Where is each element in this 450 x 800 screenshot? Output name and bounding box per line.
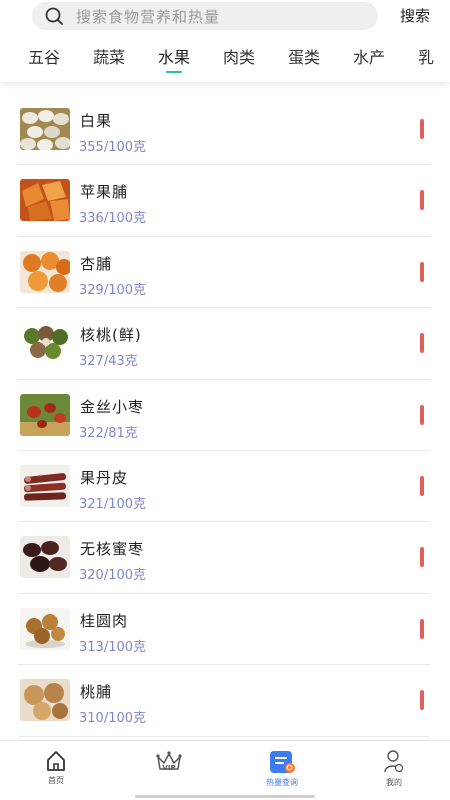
nav-label: 我的 (386, 778, 402, 787)
bottom-nav: 首页 VIP 热量查询 我的 (0, 740, 450, 800)
food-calories: 329/100克 (79, 282, 147, 298)
list-item[interactable]: 金丝小枣 322/81克 (18, 380, 430, 451)
food-name: 苹果脯 (80, 183, 129, 202)
calorie-level-bar (420, 475, 424, 496)
food-thumbnail (20, 679, 70, 722)
profile-icon (384, 750, 404, 773)
tab-dairy[interactable]: 乳 (418, 44, 434, 68)
food-thumbnail (20, 464, 70, 507)
food-calories: 327/43克 (79, 354, 138, 370)
search-icon (45, 7, 63, 25)
food-name: 无核蜜枣 (80, 540, 145, 559)
nav-home[interactable]: 首页 (26, 749, 86, 786)
calorie-level-bar (420, 404, 424, 425)
nav-label: VIP (162, 764, 176, 772)
food-thumbnail (20, 179, 70, 222)
food-name: 核桃(鲜) (80, 326, 142, 345)
calorie-level-bar (420, 119, 424, 139)
food-thumbnail (20, 536, 70, 579)
nav-calorie-search[interactable]: 热量查询 (252, 749, 312, 788)
food-calories: 321/100克 (79, 496, 147, 512)
food-calories: 310/100克 (79, 711, 147, 727)
food-name: 桂圆肉 (80, 611, 129, 630)
tab-seafood[interactable]: 水产 (353, 44, 385, 68)
food-calories: 313/100克 (79, 639, 147, 655)
list-item[interactable]: 果丹皮 321/100克 (18, 451, 430, 523)
calorie-search-icon (270, 751, 295, 773)
active-tab-indicator (166, 71, 182, 73)
calorie-level-bar (420, 690, 424, 711)
food-thumbnail (20, 607, 70, 650)
tab-eggs[interactable]: 蛋类 (288, 44, 320, 68)
home-icon (47, 751, 65, 771)
calorie-level-bar (420, 547, 424, 568)
list-item[interactable]: 核桃(鲜) 327/43克 (18, 308, 430, 380)
food-name: 桃脯 (80, 683, 113, 702)
list-item[interactable]: 苹果脯 336/100克 (18, 165, 430, 237)
nav-profile[interactable]: 我的 (364, 749, 424, 788)
list-item[interactable]: 杏脯 329/100克 (18, 237, 430, 309)
calorie-level-bar (420, 333, 424, 354)
calorie-level-bar (420, 618, 424, 639)
food-thumbnail (20, 250, 70, 293)
list-item[interactable]: 无核蜜枣 320/100克 (18, 522, 430, 594)
food-thumbnail (20, 322, 70, 365)
search-bar: 搜索食物营养和热量 搜索 (0, 0, 450, 34)
food-calories: 322/81克 (79, 425, 138, 441)
search-placeholder: 搜索食物营养和热量 (76, 7, 221, 26)
list-item[interactable]: 桃脯 310/100克 (18, 665, 430, 737)
home-indicator (135, 795, 315, 798)
category-tabs: 五谷 蔬菜 水果 肉类 蛋类 水产 乳 (0, 36, 450, 82)
food-calories: 355/100克 (79, 140, 147, 155)
tab-fruits[interactable]: 水果 (158, 44, 190, 68)
food-name: 果丹皮 (80, 468, 129, 487)
food-thumbnail (20, 393, 70, 436)
search-input[interactable]: 搜索食物营养和热量 (32, 2, 378, 30)
nav-vip[interactable]: VIP (139, 749, 199, 772)
nav-label: 首页 (48, 776, 64, 785)
calorie-level-bar (420, 190, 424, 211)
food-list: 白果 355/100克 苹果脯 336/100克 杏脯 329/100克 核桃(… (18, 94, 430, 737)
food-name: 杏脯 (80, 254, 113, 273)
nav-label: 热量查询 (266, 778, 298, 787)
calorie-level-bar (420, 261, 424, 282)
food-calories: 336/100克 (79, 211, 147, 227)
food-thumbnail (20, 108, 70, 150)
list-item[interactable]: 桂圆肉 313/100克 (18, 594, 430, 666)
food-calories: 320/100克 (79, 568, 147, 584)
food-name: 白果 (80, 112, 113, 130)
list-item[interactable]: 白果 355/100克 (18, 94, 430, 166)
tab-grains[interactable]: 五谷 (28, 44, 60, 68)
tab-vegetables[interactable]: 蔬菜 (93, 44, 125, 68)
search-button[interactable]: 搜索 (400, 5, 430, 26)
food-name: 金丝小枣 (80, 397, 145, 416)
tab-meat[interactable]: 肉类 (223, 44, 255, 68)
